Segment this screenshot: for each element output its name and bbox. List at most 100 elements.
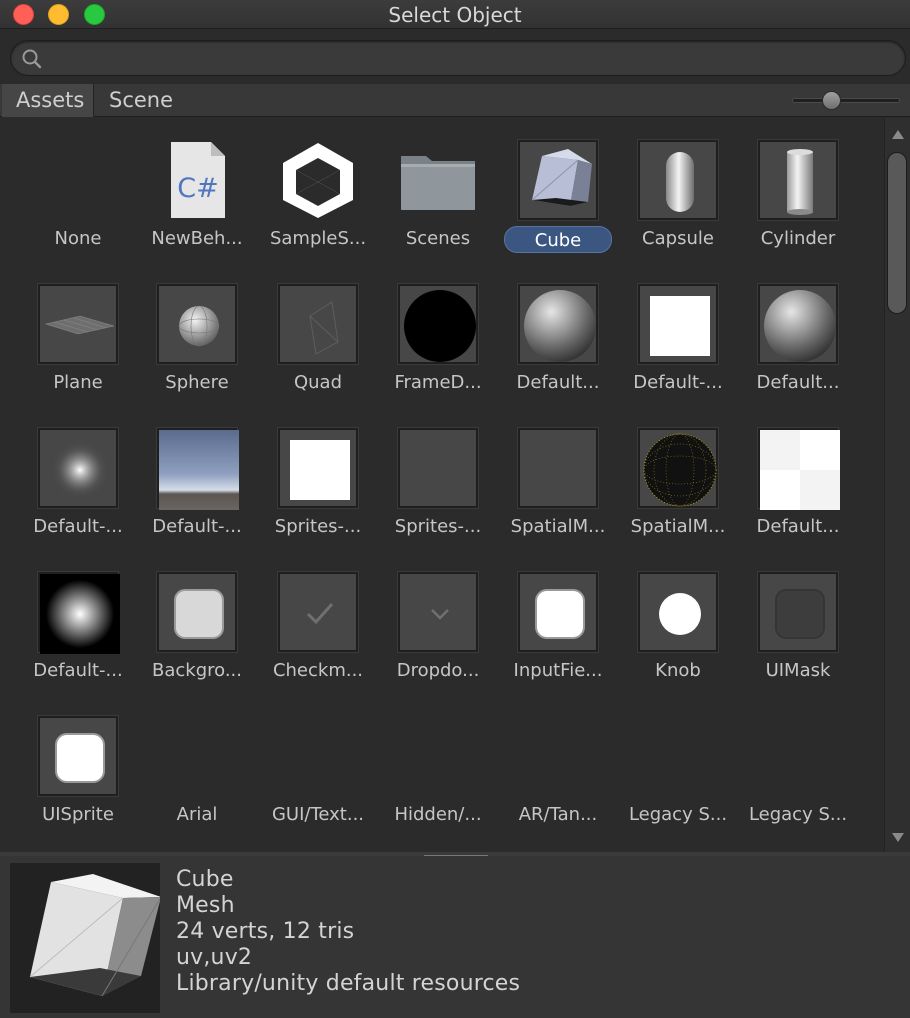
particle-glow-icon (38, 572, 120, 654)
object-tile[interactable]: Default... (738, 262, 858, 402)
thumbnail-size-slider-handle[interactable] (822, 91, 841, 110)
object-tile-label: Default... (756, 372, 840, 393)
black-circle-icon (398, 284, 478, 364)
knob-icon (638, 572, 718, 652)
rounded-sprite-icon (157, 572, 237, 652)
object-tile[interactable]: SpatialM... (498, 406, 618, 546)
object-tile[interactable]: C# NewBeh... (137, 118, 257, 258)
object-tile[interactable]: None (18, 118, 138, 258)
scroll-down-arrow-icon[interactable] (892, 833, 904, 842)
object-tile[interactable]: AR/Tan... (498, 694, 618, 834)
search-field[interactable] (10, 40, 906, 76)
object-tile-label: NewBeh... (151, 228, 243, 249)
object-tile[interactable]: Default-... (18, 550, 138, 690)
object-tile-label: Default-... (152, 516, 242, 537)
quad-mesh-icon (278, 284, 358, 364)
object-tile-label: None (54, 228, 102, 249)
chevron-down-icon (398, 572, 478, 652)
object-tile-label: Default... (516, 372, 600, 393)
object-tile-label: Backgro... (152, 660, 242, 681)
cylinder-mesh-icon (758, 140, 838, 220)
object-tile[interactable]: Capsule (618, 118, 738, 258)
object-tile-label: AR/Tan... (518, 804, 598, 825)
object-tile[interactable]: Default... (498, 262, 618, 402)
object-tile[interactable]: Legacy S... (738, 694, 858, 834)
ui-mask-icon (758, 572, 838, 652)
object-tile[interactable]: SampleS... (258, 118, 378, 258)
object-tile-label: Sprites-... (274, 516, 362, 537)
white-square-icon (278, 428, 358, 508)
object-tile-label: GUI/Text... (271, 804, 365, 825)
object-tile[interactable]: UIMask (738, 550, 858, 690)
object-tile[interactable]: Dropdo... (378, 550, 498, 690)
tab-assets[interactable]: Assets (2, 84, 94, 117)
preview-path: Library/unity default resources (176, 971, 521, 996)
material-sphere-icon (758, 284, 838, 364)
object-tile-label: Scenes (405, 228, 471, 249)
object-grid: None C# NewBeh... SampleS... Scenes Cube … (0, 118, 884, 852)
object-tile-label: Default-... (633, 372, 723, 393)
object-tile-label: FrameD... (394, 372, 482, 393)
object-tile[interactable]: Legacy S... (618, 694, 738, 834)
object-tile[interactable]: Scenes (378, 118, 498, 258)
object-tile[interactable]: FrameD... (378, 262, 498, 402)
window-title: Select Object (388, 3, 522, 27)
preview-uv: uv,uv2 (176, 945, 253, 970)
object-tile[interactable]: Backgro... (137, 550, 257, 690)
object-tile[interactable]: Hidden/... (378, 694, 498, 834)
object-tile[interactable]: Default-... (618, 262, 738, 402)
rounded-sprite-white-icon (518, 572, 598, 652)
object-tile-label: Default-... (33, 516, 123, 537)
rounded-sprite-white-icon (38, 716, 118, 796)
object-tile-label: Capsule (642, 228, 714, 249)
object-tile[interactable]: Default-... (137, 406, 257, 546)
object-tile[interactable]: Sphere (137, 262, 257, 402)
object-tile[interactable]: Cube (498, 118, 618, 258)
object-tile[interactable]: Arial (137, 694, 257, 834)
object-tile[interactable]: Plane (18, 262, 138, 402)
object-tile-label: SpatialM... (510, 516, 606, 537)
skybox-icon (157, 428, 239, 510)
object-tile[interactable]: Default-... (18, 406, 138, 546)
object-tile-label: Legacy S... (748, 804, 848, 825)
unity-scene-icon (278, 140, 358, 220)
object-tile[interactable]: SpatialM... (618, 406, 738, 546)
plane-mesh-icon (38, 284, 118, 364)
scrollbar-thumb[interactable] (887, 152, 907, 314)
object-tile[interactable]: UISprite (18, 694, 138, 834)
object-tile-label: Quad (293, 372, 343, 393)
cube-mesh-icon (518, 140, 598, 220)
object-tile-label: SampleS... (269, 228, 367, 249)
object-tile[interactable]: Default... (738, 406, 858, 546)
tab-bar: Assets Scene (0, 84, 910, 117)
search-icon (22, 49, 42, 69)
object-tile[interactable]: Sprites-... (378, 406, 498, 546)
tab-scene[interactable]: Scene (95, 84, 187, 117)
wireframe-sphere-icon (638, 428, 718, 508)
title-bar: Select Object (0, 0, 910, 29)
scroll-up-arrow-icon[interactable] (892, 130, 904, 139)
object-tile[interactable]: Checkm... (258, 550, 378, 690)
object-tile[interactable]: GUI/Text... (258, 694, 378, 834)
object-tile-label: Sphere (165, 372, 229, 393)
preview-stats: 24 verts, 12 tris (176, 919, 355, 944)
object-tile-label: Sprites-... (394, 516, 482, 537)
vertical-scrollbar[interactable] (884, 118, 910, 852)
object-tile[interactable]: Sprites-... (258, 406, 378, 546)
blank-material-icon (518, 428, 598, 508)
object-tile[interactable]: InputFie... (498, 550, 618, 690)
object-tile-label: Cylinder (760, 228, 836, 249)
svg-text:C#: C# (177, 173, 218, 204)
preview-info: Cube Mesh 24 verts, 12 tris uv,uv2 Libra… (176, 867, 520, 997)
object-tile-label: Legacy S... (628, 804, 728, 825)
object-tile[interactable]: Knob (618, 550, 738, 690)
checkmark-icon (278, 572, 358, 652)
thumbnail-size-slider[interactable] (792, 98, 900, 103)
object-tile[interactable]: Quad (258, 262, 378, 402)
object-tile-label: Hidden/... (394, 804, 482, 825)
object-tile[interactable]: Cylinder (738, 118, 858, 258)
cube-preview-icon (10, 863, 162, 1013)
preview-panel: Cube Mesh 24 verts, 12 tris uv,uv2 Libra… (0, 856, 910, 1018)
preview-name: Cube (176, 867, 234, 892)
white-square-icon (638, 284, 718, 364)
